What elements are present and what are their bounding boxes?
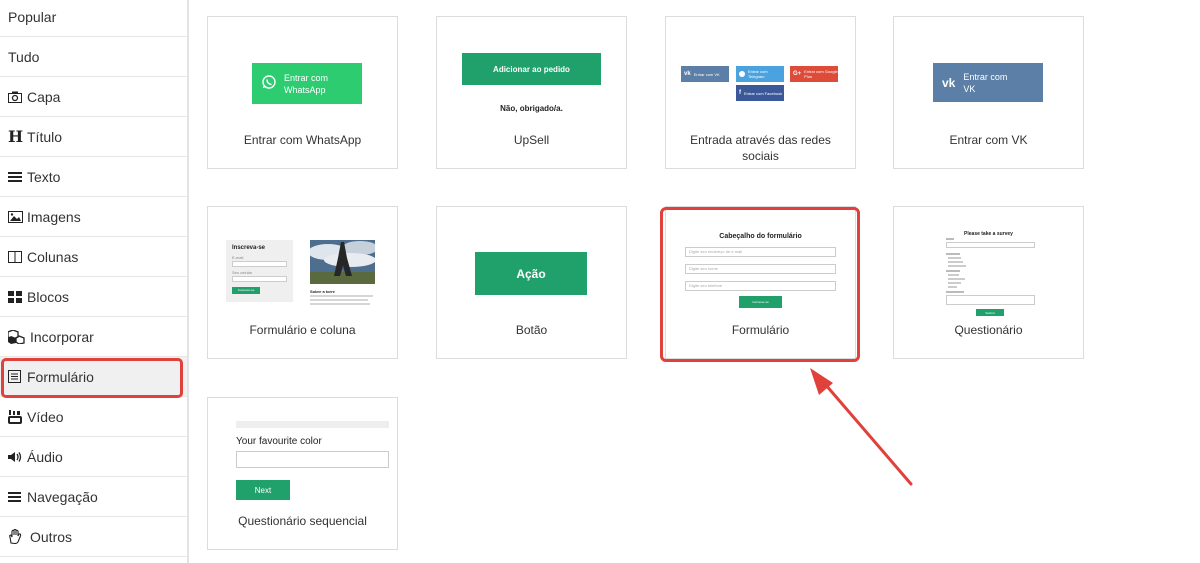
sidebar-item-label: Imagens xyxy=(27,208,81,225)
whatsapp-preview-button: Entrar com WhatsApp xyxy=(252,63,362,104)
sidebar-item-video[interactable]: Vídeo xyxy=(0,397,187,437)
sidebar-item-cover[interactable]: Capa xyxy=(0,77,187,117)
card-label: UpSell xyxy=(513,133,550,147)
form-preview-email-field: Digite seu endereço de e-mail xyxy=(685,247,836,257)
sidebar-item-label: Popular xyxy=(8,8,57,25)
sidebar-item-images[interactable]: Imagens xyxy=(0,197,187,237)
card-label: Questionário xyxy=(954,323,1023,337)
sidebar-item-all[interactable]: Tudo xyxy=(0,37,187,77)
sidebar-item-label: Blocos xyxy=(27,288,70,305)
form-preview-heading: Cabeçalho do formulário xyxy=(719,233,802,240)
text-lines-icon xyxy=(8,170,24,184)
card-label: Formulário xyxy=(731,323,790,337)
sidebar-item-others[interactable]: Outros xyxy=(0,517,187,557)
sidebar-item-navigation[interactable]: Navegação xyxy=(0,477,187,517)
form-preview-name-field: Digite seu nome xyxy=(685,264,836,274)
sequential-question: Your favourite color xyxy=(236,436,322,447)
vk-preview-button: vk Entrar com VK xyxy=(933,63,1043,102)
sidebar-item-label: Vídeo xyxy=(27,408,64,425)
card-label: Formulário e coluna xyxy=(249,323,356,337)
card-label: Botão xyxy=(515,323,548,337)
block-card-sequential-survey[interactable]: Your favourite color Next Questionário s… xyxy=(207,397,398,550)
youtube-icon xyxy=(8,409,24,424)
whatsapp-preview-text-2: WhatsApp xyxy=(284,84,326,95)
sidebar-item-label: Incorporar xyxy=(30,328,94,345)
social-facebook-button: f Entrar com Facebook xyxy=(736,85,784,101)
block-category-sidebar: Popular Tudo Capa H Título Texto Imagens xyxy=(0,0,189,563)
sidebar-item-label: Áudio xyxy=(27,448,63,465)
sidebar-item-audio[interactable]: Áudio xyxy=(0,437,187,477)
whatsapp-preview-text-1: Entrar com xyxy=(284,72,329,83)
upsell-decline-text: Não, obrigado/a. xyxy=(500,104,563,113)
sidebar-item-label: Título xyxy=(27,128,63,145)
form-column-form-preview: Inscreva-se E-mail Seu celular Inscrever… xyxy=(226,240,293,302)
block-card-vk[interactable]: vk Entrar com VK Entrar com VK xyxy=(893,16,1084,169)
google-plus-icon: G+ xyxy=(793,70,802,77)
block-card-social-login[interactable]: vk Entrar com VK Entrar com Telegram G+ En… xyxy=(665,16,856,169)
menu-icon xyxy=(8,490,24,504)
block-card-button[interactable]: Ação Botão xyxy=(436,206,627,359)
upsell-add-button: Adicionar ao pedido xyxy=(462,53,601,85)
sequential-next-button: Next xyxy=(236,480,290,500)
vk-preview-text-2: VK xyxy=(963,83,976,94)
image-icon xyxy=(8,210,24,224)
block-card-whatsapp[interactable]: Entrar com WhatsApp Entrar com WhatsApp xyxy=(207,16,398,169)
block-card-survey[interactable]: Please take a survey Submit Questionário xyxy=(893,206,1084,359)
sidebar-item-embed[interactable]: Incorporar xyxy=(0,317,187,357)
sidebar-item-label: Capa xyxy=(27,88,61,105)
sidebar-item-label: Tudo xyxy=(8,48,40,65)
blocks-icon xyxy=(8,290,24,304)
card-label: Entrar com WhatsApp xyxy=(243,133,362,147)
volume-icon xyxy=(8,450,24,464)
sidebar-item-form[interactable]: Formulário xyxy=(0,357,187,397)
telegram-icon xyxy=(739,70,745,78)
whatsapp-icon xyxy=(262,75,276,92)
social-telegram-button: Entrar com Telegram xyxy=(736,66,784,82)
sidebar-item-blocks[interactable]: Blocos xyxy=(0,277,187,317)
card-label: Entrada através das redes sociais xyxy=(690,133,831,163)
sequential-progress-bar xyxy=(236,421,389,428)
survey-preview-submit: Submit xyxy=(976,309,1004,316)
social-vk-button: vk Entrar com VK xyxy=(681,66,729,82)
sidebar-item-label: Navegação xyxy=(27,488,98,505)
sequential-answer-field xyxy=(236,451,389,468)
eiffel-tower-image xyxy=(310,240,375,284)
social-google-button: G+ Entrar com Google Plus xyxy=(790,66,838,82)
sidebar-item-title[interactable]: H Título xyxy=(0,117,187,157)
form-preview-phone-field: Digite seu telefone xyxy=(685,281,836,291)
survey-preview-heading: Please take a survey xyxy=(964,231,1013,237)
block-card-form[interactable]: Cabeçalho do formulário Digite seu ender… xyxy=(665,206,856,359)
button-preview: Ação xyxy=(475,252,587,295)
heading-icon: H xyxy=(8,127,24,146)
app-root: Popular Tudo Capa H Título Texto Imagens xyxy=(0,0,1200,563)
block-card-upsell[interactable]: Adicionar ao pedido Não, obrigado/a. UpS… xyxy=(436,16,627,169)
block-card-form-column[interactable]: Inscreva-se E-mail Seu celular Inscrever… xyxy=(207,206,398,359)
vk-icon: vk xyxy=(684,70,691,77)
facebook-icon: f xyxy=(739,89,741,96)
camera-icon xyxy=(8,90,24,104)
sidebar-item-columns[interactable]: Colunas xyxy=(0,237,187,277)
sidebar-item-label: Texto xyxy=(27,168,61,185)
columns-icon xyxy=(8,250,24,264)
form-icon xyxy=(8,370,24,384)
sidebar-item-label: Formulário xyxy=(27,368,94,385)
form-preview-submit: Inscrever-se xyxy=(739,296,782,308)
form-column-side-title: Sobre a torre xyxy=(310,289,335,294)
sidebar-item-popular[interactable]: Popular xyxy=(0,0,187,37)
sidebar-item-text[interactable]: Texto xyxy=(0,157,187,197)
embed-icon xyxy=(8,329,27,344)
hand-icon xyxy=(8,529,27,544)
vk-icon: vk xyxy=(942,75,956,90)
sidebar-item-label: Outros xyxy=(30,528,73,545)
card-label: Questionário sequencial xyxy=(238,514,367,528)
sidebar-item-label: Colunas xyxy=(27,248,79,265)
card-label: Entrar com VK xyxy=(949,133,1028,147)
vk-preview-text-1: Entrar com xyxy=(963,71,1008,82)
